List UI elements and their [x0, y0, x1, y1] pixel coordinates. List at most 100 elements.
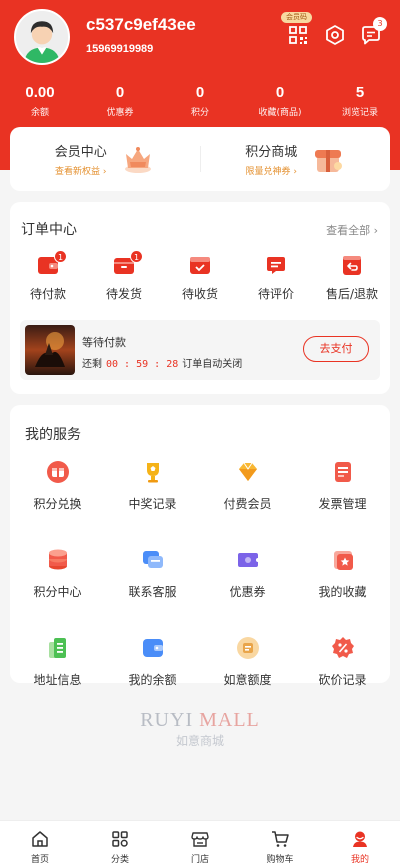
- stat-points[interactable]: 0 积分: [160, 84, 240, 118]
- stat-value: 0: [195, 84, 205, 101]
- view-all-orders-link[interactable]: 查看全部 ›: [326, 222, 378, 238]
- gift-box-icon: [315, 150, 343, 172]
- order-status-label: 待付款: [29, 287, 66, 301]
- brand-logo: RUYI MALL 如意商城: [0, 708, 400, 749]
- stat-label: 积分: [190, 108, 209, 118]
- brand-chinese: 如意商城: [175, 734, 224, 748]
- points-mall-title: 积分商城: [245, 145, 298, 160]
- stat-history[interactable]: 5 浏览记录: [320, 84, 400, 118]
- service-coupons[interactable]: 优惠券: [200, 547, 295, 600]
- qrcode-icon[interactable]: [287, 24, 309, 46]
- phone-number: 15969919989: [86, 43, 154, 55]
- tab-label: 我的: [350, 855, 369, 865]
- tab-cart[interactable]: 购物车: [240, 821, 320, 867]
- credit-icon: [236, 637, 259, 659]
- category-icon: [112, 831, 128, 847]
- order-to-ship[interactable]: 1 待发货: [86, 250, 162, 302]
- message-count-badge: 3: [373, 17, 387, 31]
- service-my-balance[interactable]: 我的余额: [105, 635, 200, 688]
- tab-store[interactable]: 门店: [160, 821, 240, 867]
- countdown-line: 还剩 00 : 59 : 28 订单自动关闭: [82, 355, 242, 370]
- trophy-icon: [146, 463, 159, 483]
- stat-value: 5: [355, 84, 365, 101]
- store-icon: [191, 832, 209, 847]
- stat-label: 优惠券: [106, 108, 134, 118]
- brand-word-2: MALL: [199, 709, 260, 731]
- stat-label: 浏览记录: [341, 108, 378, 118]
- stat-label: 收藏(商品): [258, 108, 302, 118]
- service-label: 联系客服: [128, 585, 177, 599]
- service-label: 砍价记录: [318, 673, 367, 687]
- pending-status-title: 等待付款: [82, 336, 126, 349]
- member-promo-card: 会员中心 查看新权益 › 积分商城 限量兑神券 ›: [10, 127, 390, 191]
- avatar[interactable]: [14, 9, 70, 65]
- service-label: 付费会员: [223, 497, 272, 511]
- service-label: 我的余额: [128, 673, 177, 687]
- countdown-timer: 00 : 59 : 28: [106, 359, 179, 370]
- settings-icon[interactable]: [324, 24, 346, 46]
- service-address[interactable]: 地址信息: [10, 635, 105, 688]
- wallet-icon: [142, 639, 163, 657]
- member-center-title: 会员中心: [54, 145, 107, 160]
- tab-category[interactable]: 分类: [80, 821, 160, 867]
- pay-now-button[interactable]: 去支付: [303, 336, 369, 362]
- order-status-label: 待收货: [181, 287, 218, 301]
- order-center-title: 订单中心: [21, 222, 77, 238]
- pending-order-item[interactable]: 等待付款 还剩 00 : 59 : 28 订单自动关闭 去支付: [20, 320, 380, 380]
- points-exchange-icon: [46, 461, 69, 483]
- member-code-tag: 会员码: [281, 12, 312, 23]
- stat-coupons[interactable]: 0 优惠券: [80, 84, 160, 118]
- address-icon: [48, 638, 66, 658]
- order-to-review[interactable]: 待评价: [238, 254, 314, 302]
- services-title: 我的服务: [25, 427, 81, 443]
- stat-value: 0: [115, 84, 125, 101]
- service-label: 地址信息: [33, 673, 82, 687]
- stat-value: 0.00: [25, 84, 55, 101]
- avatar-image: [16, 11, 68, 63]
- count-badge: 1: [130, 250, 143, 263]
- diamond-icon: [238, 462, 257, 481]
- service-invoice[interactable]: 发票管理: [295, 459, 390, 512]
- service-label: 发票管理: [318, 497, 367, 511]
- points-mall-entry[interactable]: 积分商城 限量兑神券 ›: [201, 141, 391, 177]
- service-label: 中奖记录: [128, 497, 177, 511]
- count-badge: 1: [54, 250, 67, 263]
- coin-stack-icon: [48, 549, 67, 570]
- tab-profile[interactable]: 我的: [320, 821, 400, 867]
- username: c537c9ef43ee: [86, 15, 196, 34]
- stat-favorites[interactable]: 0 收藏(商品): [240, 84, 320, 118]
- tab-label: 购物车: [266, 855, 294, 865]
- tab-home[interactable]: 首页: [0, 821, 80, 867]
- stat-label: 余额: [30, 108, 49, 118]
- order-to-receive[interactable]: 待收货: [162, 254, 238, 302]
- service-paid-membership[interactable]: 付费会员: [200, 459, 295, 512]
- service-customer-support[interactable]: 联系客服: [105, 547, 200, 600]
- countdown-suffix: 订单自动关闭: [182, 359, 243, 370]
- member-center-subtitle: 查看新权益 ›: [55, 167, 107, 177]
- service-label: 积分中心: [33, 585, 82, 599]
- order-status-label: 待发货: [105, 287, 142, 301]
- points-mall-subtitle: 限量兑神券 ›: [245, 167, 297, 177]
- service-points-exchange[interactable]: 积分兑换: [10, 459, 105, 512]
- refund-icon: [343, 256, 361, 275]
- order-pending-payment[interactable]: 1 待付款: [10, 250, 86, 302]
- profile-icon: [353, 831, 367, 847]
- service-prize-records[interactable]: 中奖记录: [105, 459, 200, 512]
- service-my-favorites[interactable]: 我的收藏: [295, 547, 390, 600]
- member-center-entry[interactable]: 会员中心 查看新权益 ›: [10, 141, 200, 177]
- tab-label: 首页: [30, 855, 49, 865]
- order-after-sales[interactable]: 售后/退款: [314, 254, 390, 302]
- review-icon: [267, 257, 285, 274]
- services-grid: 积分兑换 中奖记录 付费会员 发票管理 积分中心 联系客服 优惠券 我的收藏 地…: [10, 459, 390, 688]
- service-bargain-records[interactable]: 砍价记录: [295, 635, 390, 688]
- service-credit-limit[interactable]: 如意额度: [200, 635, 295, 688]
- tab-label: 门店: [190, 855, 209, 865]
- favorite-icon: [333, 551, 353, 570]
- service-points-center[interactable]: 积分中心: [10, 547, 105, 600]
- stat-balance[interactable]: 0.00 余额: [0, 84, 80, 118]
- tab-label: 分类: [110, 855, 129, 865]
- my-services-card: 我的服务 积分兑换 中奖记录 付费会员 发票管理 积分中心 联系客服 优惠券 我…: [10, 405, 390, 687]
- brand-word-1: RUYI: [140, 709, 194, 731]
- bargain-icon: [331, 637, 354, 658]
- crown-icon: [124, 147, 151, 173]
